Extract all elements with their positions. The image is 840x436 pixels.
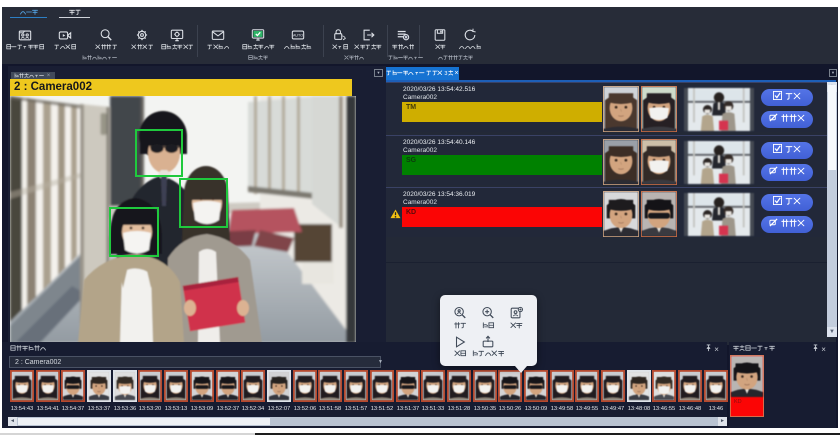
svg-text:AUTO: AUTO: [293, 34, 303, 38]
